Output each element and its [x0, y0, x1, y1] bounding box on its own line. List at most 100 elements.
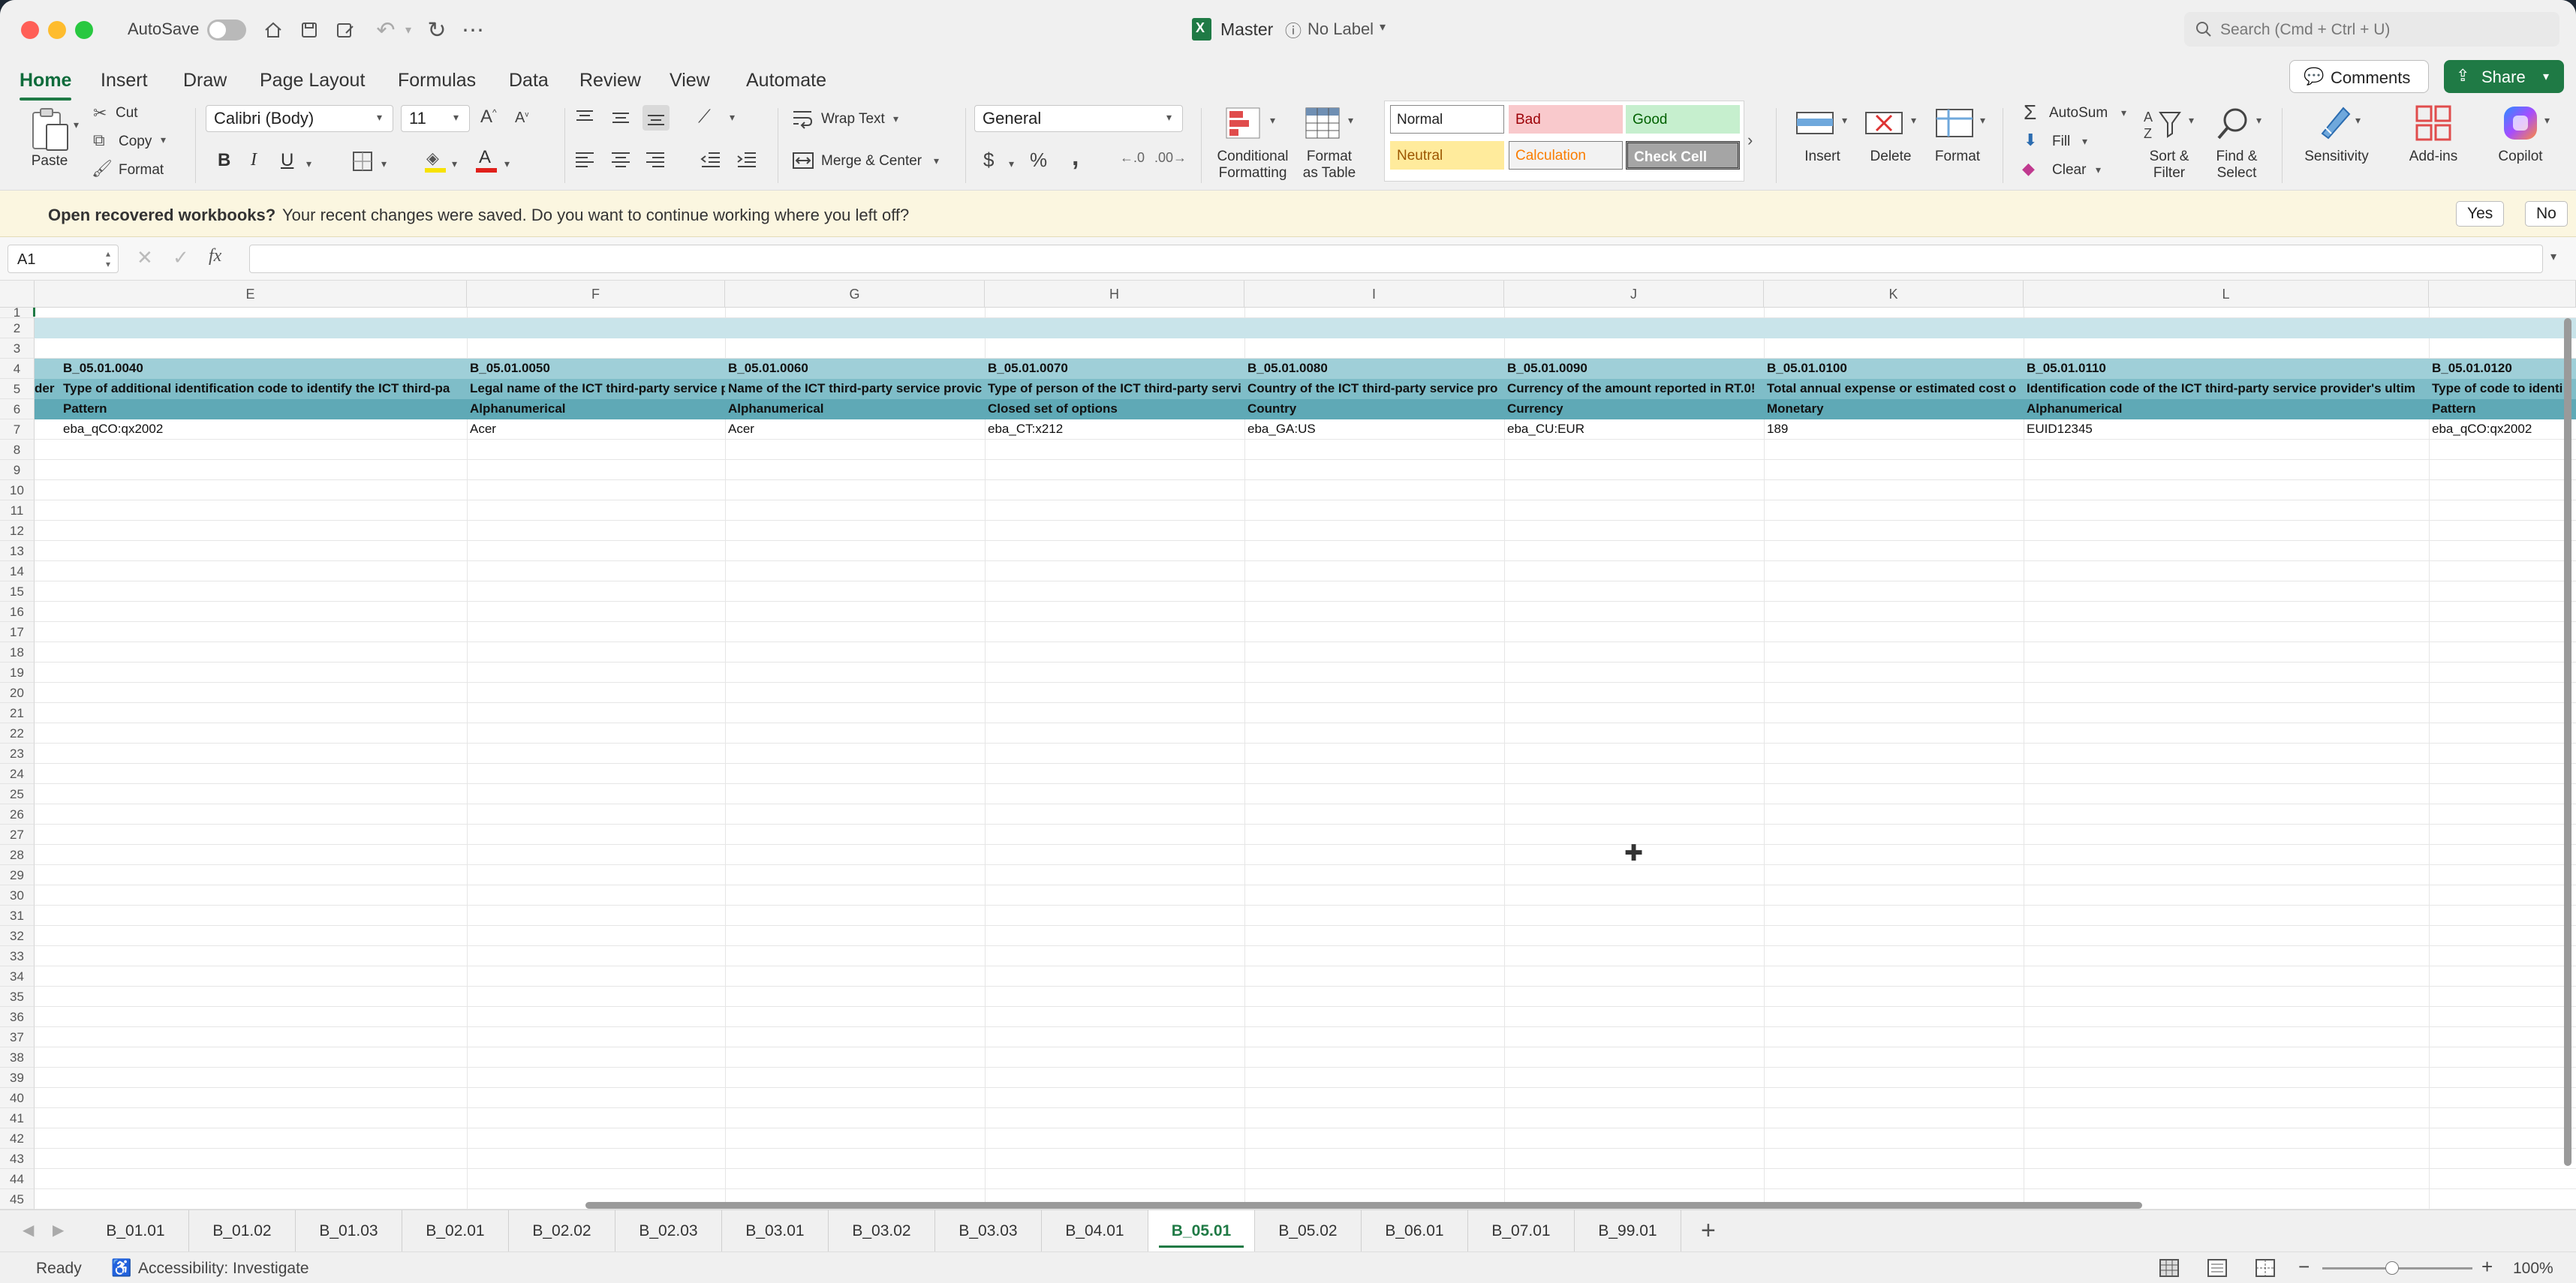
row-header[interactable]: 3 [0, 338, 35, 359]
cell-f5[interactable]: Legal name of the ICT third-party servic… [467, 379, 725, 398]
row-header[interactable]: 39 [0, 1068, 35, 1088]
horizontal-scrollbar[interactable] [585, 1202, 2142, 1209]
row-header[interactable]: 2 [0, 318, 35, 338]
decrease-font-icon[interactable]: Av [515, 110, 528, 127]
row-header[interactable]: 38 [0, 1047, 35, 1068]
cell-j7[interactable]: eba_CU:EUR [1504, 419, 1764, 439]
font-color-icon[interactable]: A [474, 147, 498, 173]
row-header[interactable]: 6 [0, 399, 35, 419]
format-painter-button[interactable]: Format [119, 162, 164, 179]
tab-review[interactable]: Review [579, 60, 641, 101]
row-header[interactable]: 5 [0, 379, 35, 399]
number-format-select[interactable]: General [974, 105, 1183, 132]
column-header-h[interactable]: H [985, 281, 1244, 308]
sheet-tab[interactable]: B_03.02 [829, 1210, 935, 1252]
cell-i6[interactable]: Country [1244, 399, 1504, 419]
cell-l4[interactable]: B_05.01.0110 [2024, 359, 2429, 378]
cell-m7[interactable]: eba_qCO:qx2002 [2429, 419, 2576, 439]
row-header[interactable]: 4 [0, 359, 35, 379]
style-normal[interactable]: Normal [1390, 105, 1504, 134]
worksheet-grid[interactable]: E F G H I J K L 1 2 3 4 5 6 7 8 9 10 11 12 13 14 15 16 1… [0, 281, 2576, 1209]
cell-l5[interactable]: Identification code of the ICT third-par… [2024, 379, 2429, 398]
normal-view-icon[interactable] [2159, 1258, 2180, 1278]
sheet-tab[interactable]: B_02.02 [509, 1210, 615, 1252]
no-button[interactable]: No [2525, 201, 2568, 227]
align-left-icon[interactable] [573, 150, 596, 170]
sheet-tab[interactable]: B_07.01 [1468, 1210, 1575, 1252]
cell-e4[interactable]: B_05.01.0040 [60, 359, 464, 378]
bold-button[interactable]: B [218, 150, 230, 171]
cell-h7[interactable]: eba_CT:x212 [985, 419, 1244, 439]
cell-j6[interactable]: Currency [1504, 399, 1764, 419]
column-header-j[interactable]: J [1504, 281, 1764, 308]
delete-cells-button[interactable]: Delete [1866, 149, 1915, 165]
sensitivity-label[interactable]: No Label [1308, 20, 1374, 39]
row-header[interactable]: 30 [0, 885, 35, 906]
add-sheet-icon[interactable]: + [1701, 1216, 1716, 1245]
vertical-scrollbar[interactable] [2564, 318, 2571, 1166]
row-header[interactable]: 23 [0, 744, 35, 764]
column-header-f[interactable]: F [467, 281, 725, 308]
sheet-tab[interactable]: B_06.01 [1362, 1210, 1468, 1252]
yes-button[interactable]: Yes [2456, 201, 2505, 227]
cell-m4[interactable]: B_05.01.0120 [2429, 359, 2576, 378]
select-all-corner[interactable] [0, 281, 35, 308]
row-header[interactable]: 16 [0, 602, 35, 622]
cell-m6[interactable]: Pattern [2429, 399, 2576, 419]
sheet-tab[interactable]: B_04.01 [1042, 1210, 1148, 1252]
row-header[interactable]: 35 [0, 987, 35, 1007]
cell-h5[interactable]: Type of person of the ICT third-party se… [985, 379, 1244, 398]
fill-button[interactable]: Fill [2052, 134, 2070, 150]
cell-l7[interactable]: EUID12345 [2024, 419, 2429, 439]
style-bad[interactable]: Bad [1509, 105, 1623, 134]
column-header-k[interactable]: K [1764, 281, 2024, 308]
cell-f7[interactable]: Acer [467, 419, 725, 439]
row-header[interactable]: 9 [0, 460, 35, 480]
format-cells-button[interactable]: Format [1934, 149, 1982, 165]
align-bottom-button[interactable] [642, 105, 670, 131]
cell-i5[interactable]: Country of the ICT third-party service p… [1244, 379, 1504, 398]
cell-k6[interactable]: Monetary [1764, 399, 2024, 419]
row-header[interactable]: 36 [0, 1007, 35, 1027]
row-header[interactable]: 44 [0, 1169, 35, 1189]
sheet-tab[interactable]: B_02.01 [402, 1210, 509, 1252]
find-select-button[interactable]: Find & [2207, 149, 2267, 165]
name-box[interactable]: A1 ▴ ▾ [8, 245, 119, 273]
tab-formulas[interactable]: Formulas [398, 60, 476, 101]
chevron-right-icon[interactable]: › [1747, 131, 1753, 150]
row-header[interactable]: 43 [0, 1149, 35, 1169]
undo-dropdown-icon[interactable]: ▾ [393, 15, 423, 45]
save-as-icon[interactable] [330, 15, 360, 45]
column-header-l[interactable]: L [2024, 281, 2429, 308]
row-header[interactable]: 18 [0, 642, 35, 663]
share-button[interactable]: ⇪ Share ▾ [2444, 60, 2564, 93]
insert-function-button[interactable]: fx [209, 246, 221, 266]
row-header[interactable]: 17 [0, 622, 35, 642]
row-header[interactable]: 8 [0, 440, 35, 460]
cell-i4[interactable]: B_05.01.0080 [1244, 359, 1504, 378]
row-header[interactable]: 11 [0, 500, 35, 521]
style-neutral[interactable]: Neutral [1390, 141, 1504, 170]
confirm-formula-icon[interactable]: ✓ [173, 246, 189, 269]
minimize-window-button[interactable] [48, 21, 66, 39]
tab-draw[interactable]: Draw [183, 60, 227, 101]
row-header[interactable]: 7 [0, 419, 35, 440]
more-icon[interactable]: ⋯ [458, 15, 488, 45]
row-header[interactable]: 42 [0, 1128, 35, 1149]
cell-g5[interactable]: Name of the ICT third-party service prov… [725, 379, 985, 398]
row-header[interactable]: 41 [0, 1108, 35, 1128]
row-header[interactable]: 1 [0, 306, 35, 319]
row-header[interactable]: 29 [0, 865, 35, 885]
cell-m5[interactable]: Type of code to identi [2429, 379, 2576, 398]
orientation-icon[interactable]: ⟋ [698, 107, 711, 128]
fill-color-icon[interactable]: ◈ [423, 149, 447, 173]
increase-decimal-icon[interactable]: ←.0 [1120, 150, 1145, 166]
sheet-tab[interactable]: B_02.03 [615, 1210, 722, 1252]
autosave-toggle[interactable] [207, 20, 246, 41]
style-good[interactable]: Good [1626, 105, 1740, 134]
expand-formula-icon[interactable]: ▾ [2550, 249, 2556, 264]
tab-page-layout[interactable]: Page Layout [260, 60, 365, 101]
cell-k4[interactable]: B_05.01.0100 [1764, 359, 2024, 378]
zoom-level[interactable]: 100% [2513, 1260, 2553, 1278]
zoom-out-icon[interactable]: − [2298, 1255, 2310, 1278]
